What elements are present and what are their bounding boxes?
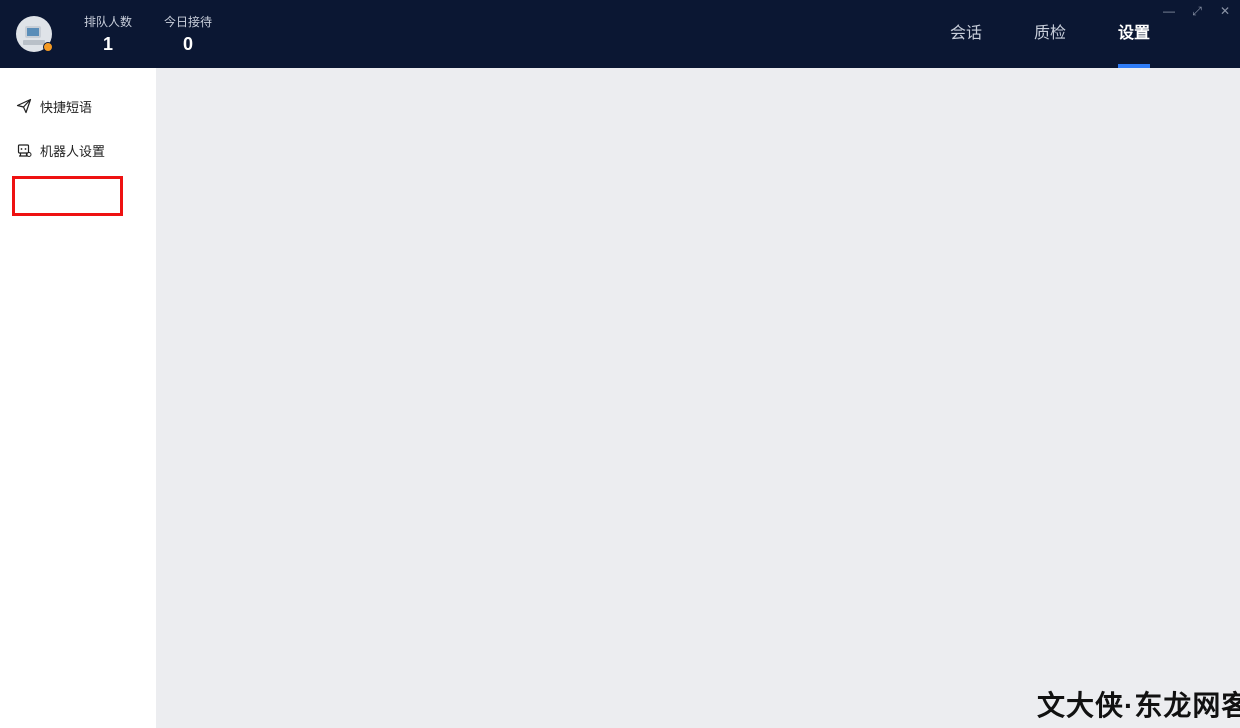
today-served-stat: 今日接待 0 xyxy=(164,14,212,57)
today-served-label: 今日接待 xyxy=(164,15,213,29)
queue-count-label: 排队人数 xyxy=(84,15,133,29)
queue-count-value: 1 xyxy=(102,34,113,54)
computer-icon xyxy=(25,26,41,38)
sidebar-item-label: 快捷短语 xyxy=(40,99,93,115)
paper-plane-icon xyxy=(16,98,32,114)
main-content-area xyxy=(156,68,1240,728)
sidebar-item-label: 机器人设置 xyxy=(40,143,106,159)
top-header-bar: 排队人数 1 今日接待 0 会话 质检 设置 — ⤢ ✕ xyxy=(0,0,1240,68)
tab-conversation[interactable]: 会话 xyxy=(950,24,982,44)
maximize-icon[interactable]: ⤢ xyxy=(1190,4,1204,18)
tab-settings[interactable]: 设置 xyxy=(1118,24,1150,44)
queue-count-stat: 排队人数 1 xyxy=(84,14,132,57)
status-badge xyxy=(43,42,53,52)
robot-icon xyxy=(17,144,32,157)
sidebar-item-quick-phrases[interactable]: 快捷短语 xyxy=(16,94,92,118)
close-icon[interactable]: ✕ xyxy=(1218,4,1232,18)
tab-quality-check[interactable]: 质检 xyxy=(1034,24,1066,44)
sidebar-item-robot-settings[interactable]: 机器人设置 xyxy=(16,138,105,162)
watermark-text: 文大侠·东龙网客 xyxy=(1037,690,1240,721)
settings-sidebar: 快捷短语 机器人设置 xyxy=(0,68,156,728)
highlight-annotation-box xyxy=(12,176,123,216)
minimize-icon[interactable]: — xyxy=(1162,4,1176,18)
today-served-value: 0 xyxy=(182,34,193,54)
